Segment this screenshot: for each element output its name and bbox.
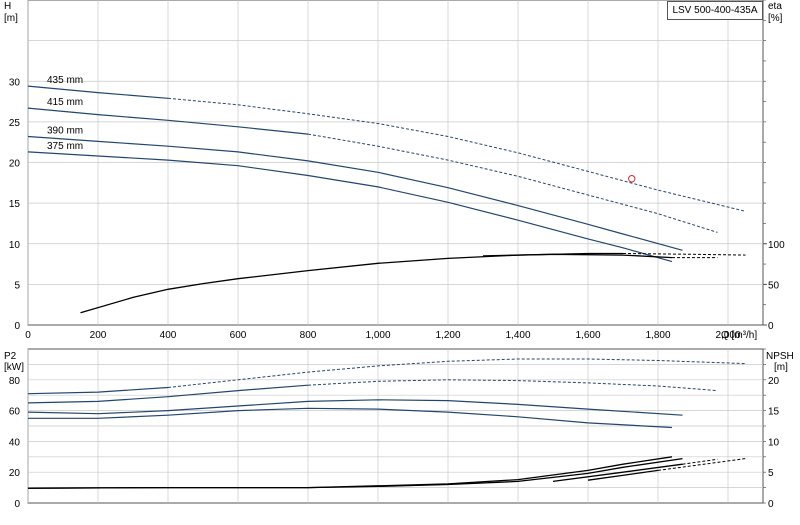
power-curve-dashed [307,379,718,392]
npsh-curve-dashed [682,458,718,465]
y-left-unit-bottom: [kW] [4,362,24,373]
x-tick-label: 1,400 [505,330,530,341]
pump-curve-figure: 0 200 400 600 800 1,000 1,200 1,400 1,600 1,800 2,… [0,0,800,520]
y-right-tick-label-top: 0 [768,321,774,332]
y-right-label-bottom: NPSH [766,351,794,362]
x-tick-label: 400 [160,330,177,341]
chart-title: LSV 500-400-435A [667,1,763,20]
y-right-label-top: eta [768,1,782,12]
head-curve-label: 415 mm [47,97,83,108]
duty-point-marker [628,175,636,183]
head-curve-solid [27,151,673,263]
y-left-tick-label-bottom: 80 [9,376,21,387]
y-left-tick-label-top: 20 [9,159,21,170]
head-curve-label: 390 mm [47,126,83,137]
x-tick-label: 1,600 [575,330,600,341]
y-left-tick-label-top: 0 [14,321,20,332]
y-left-tick-label-bottom: 0 [14,499,20,510]
y-left-tick-label-top: 10 [9,240,21,251]
y-left-label-bottom: P2 [4,351,17,362]
x-tick-label: 1,000 [365,330,390,341]
y-right-unit-top: [%] [768,13,783,24]
power-curve-dashed [167,358,746,388]
y-left-tick-label-bottom: 40 [9,437,21,448]
labels: 0 200 400 600 800 1,000 1,200 1,400 1,600 1,800 2,… [9,75,785,510]
curves [27,85,746,489]
y-right-unit-bottom: [m] [774,362,788,373]
head-curve-dashed [167,97,746,212]
eta-curve-dashed [622,253,746,256]
x-tick-label: 0 [25,330,31,341]
head-curve-label: 375 mm [47,141,83,152]
x-tick-label: 200 [90,330,107,341]
y-left-label-top: H [4,1,11,12]
grid [27,0,767,504]
head-curve-label: 435 mm [47,75,83,86]
y-left-tick-label-top: 15 [9,199,21,210]
power-curve-solid [27,399,683,416]
y-left-unit-top: [m] [4,13,18,24]
y-left-tick-label-top: 5 [14,280,20,291]
x-tick-label: 800 [300,330,317,341]
power-curve-solid [28,407,673,429]
y-right-tick-label-bottom: 0 [768,499,774,510]
y-left-tick-label-bottom: 60 [9,407,21,418]
pump-curve-chart: 0 200 400 600 800 1,000 1,200 1,400 1,600 1,800 2,… [4,0,794,510]
x-tick-label: 1,200 [435,330,460,341]
y-right-tick-label-bottom: 15 [768,407,780,418]
head-curve-dashed [307,133,718,233]
y-right-tick-label-bottom: 20 [768,376,780,387]
npsh-curve-solid [27,457,683,489]
y-right-tick-label-top: 100 [768,240,785,251]
x-tick-label: 600 [230,330,247,341]
y-left-tick-label-top: 25 [9,118,21,129]
eta-curve-solid [80,252,623,314]
x-axis-label: Q [m³/h] [721,330,757,341]
y-left-tick-label-bottom: 20 [9,468,21,479]
y-right-tick-label-top: 50 [768,280,780,291]
y-left-tick-label-top: 30 [9,77,21,88]
y-right-tick-label-bottom: 10 [768,437,780,448]
y-right-tick-label-bottom: 5 [768,468,774,479]
head-curve-solid [27,135,683,251]
x-tick-label: 1,800 [645,330,670,341]
